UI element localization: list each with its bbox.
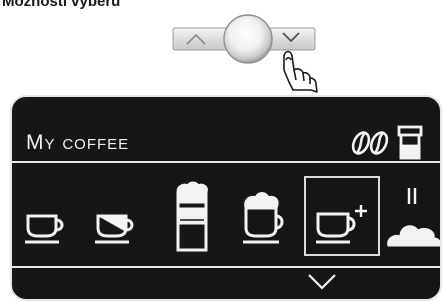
scroll-down-button[interactable] — [306, 272, 338, 292]
screen-title: My coffee — [26, 131, 130, 154]
items-divider — [12, 266, 440, 268]
rotary-knob-icon — [223, 14, 273, 64]
macchiato-cup-icon — [95, 214, 134, 244]
coffee-beans-icon — [351, 131, 389, 155]
add-cup-icon — [316, 205, 367, 244]
drink-item-cappuccino[interactable] — [236, 176, 298, 256]
selector-control — [172, 12, 373, 102]
pointing-finger-icon — [283, 50, 318, 93]
cappuccino-cup-icon — [243, 192, 284, 244]
drink-item-milk-foam[interactable] — [382, 176, 440, 256]
latte-macchiato-glass-icon — [176, 181, 208, 252]
rotary-knob[interactable] — [223, 14, 273, 64]
display-panel: My coffee — [10, 95, 442, 301]
header-icons — [347, 115, 437, 165]
drink-item-latte-macchiato[interactable] — [164, 176, 220, 256]
drink-item-add-cup[interactable] — [304, 176, 380, 256]
milk-container-icon — [397, 125, 423, 160]
title-divider — [12, 161, 440, 163]
chevron-down-icon — [308, 274, 336, 290]
drink-item-macchiato[interactable] — [88, 176, 148, 256]
milk-foam-icon — [387, 188, 440, 247]
chevron-down-button[interactable] — [266, 27, 316, 51]
drink-item-espresso[interactable] — [14, 176, 74, 256]
caption-text: Možnosti výběru — [2, 0, 121, 10]
espresso-cup-icon — [25, 214, 64, 244]
